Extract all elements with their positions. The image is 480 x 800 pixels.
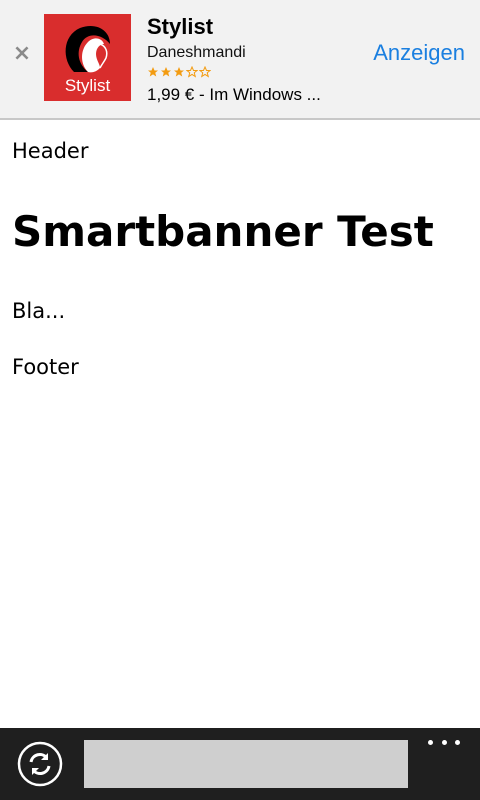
app-icon-label: Stylist bbox=[64, 76, 111, 95]
star-filled-icon bbox=[161, 67, 171, 77]
address-bar-input[interactable] bbox=[84, 740, 408, 788]
app-author: Daneshmandi bbox=[147, 44, 246, 61]
more-icon[interactable] bbox=[426, 734, 462, 750]
stylist-app-icon[interactable]: Stylist bbox=[44, 14, 131, 101]
page-body-text: Bla... bbox=[12, 299, 66, 323]
page-footer: Footer bbox=[12, 355, 79, 379]
screen: × Stylist Stylist Daneshmandi 1,99 € - I… bbox=[0, 0, 480, 800]
more-dot bbox=[455, 739, 460, 745]
app-title: Stylist bbox=[147, 14, 214, 39]
star-empty-icon bbox=[186, 66, 198, 78]
more-dot bbox=[441, 739, 447, 745]
refresh-icon bbox=[17, 741, 63, 787]
rating-stars bbox=[147, 66, 211, 80]
star-filled-icon bbox=[148, 67, 158, 77]
star-empty-icon bbox=[199, 66, 211, 78]
more-dot bbox=[428, 739, 433, 745]
page-header: Header bbox=[12, 139, 89, 163]
smart-app-banner: × Stylist Stylist Daneshmandi 1,99 € - I… bbox=[0, 0, 480, 120]
view-button[interactable]: Anzeigen bbox=[373, 38, 465, 68]
refresh-button[interactable] bbox=[17, 741, 63, 787]
browser-app-bar bbox=[0, 728, 480, 800]
page-title: Smartbanner Test bbox=[12, 207, 434, 256]
star-filled-icon bbox=[174, 67, 184, 77]
app-price: 1,99 € - Im Windows ... bbox=[147, 85, 321, 104]
close-icon[interactable]: × bbox=[10, 40, 34, 68]
